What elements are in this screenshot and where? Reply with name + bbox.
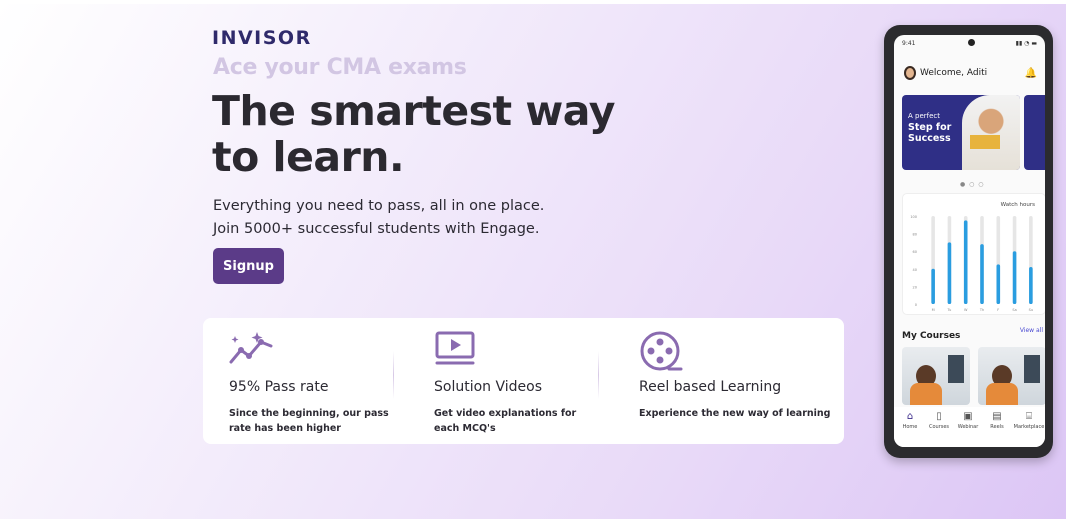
video-play-icon bbox=[434, 330, 480, 368]
my-courses-heading: My Courses bbox=[902, 331, 961, 341]
tab-home[interactable]: ⌂ Home bbox=[896, 411, 924, 430]
banner-line-2: Step for bbox=[908, 122, 952, 133]
signal-battery-icon: ▮▮ ◔ ▬ bbox=[1015, 40, 1037, 47]
chart-svg: 100 80 60 40 20 0 M Tu W Th F Sa Su bbox=[910, 215, 1033, 312]
tab-label: Webinar bbox=[957, 424, 979, 430]
tab-label: Home bbox=[902, 424, 918, 430]
promo-banner[interactable]: A perfect Step for Success bbox=[902, 95, 1020, 170]
home-icon: ⌂ bbox=[906, 411, 914, 422]
tab-label: Marketplace bbox=[1013, 424, 1045, 430]
subtext-line-1: Everything you need to pass, all in one … bbox=[213, 198, 545, 214]
course-card[interactable] bbox=[902, 347, 970, 405]
watch-hours-chart: Watch hours 100 80 60 40 20 0 M Tu W Th F Sa Su bbox=[902, 193, 1045, 315]
bell-icon[interactable]: 🔔 bbox=[1025, 68, 1037, 79]
x-tick-label: F bbox=[997, 308, 999, 312]
avatar bbox=[904, 66, 916, 80]
chart-bar bbox=[1012, 251, 1017, 304]
feature-desc-line-2: rate has been higher bbox=[229, 423, 341, 434]
hero-tagline: Ace your CMA exams bbox=[213, 55, 467, 80]
promo-banner-next[interactable] bbox=[1024, 95, 1045, 170]
hero-subtext: Everything you need to pass, all in one … bbox=[213, 195, 544, 241]
camera-dot bbox=[968, 39, 975, 46]
chart-bar bbox=[1029, 267, 1033, 304]
banner-line-3: Success bbox=[908, 133, 951, 144]
phone-screen: 9:41 ▮▮ ◔ ▬ Welcome, Aditi 🔔 A perfect S… bbox=[894, 35, 1045, 447]
feature-desc: Since the beginning, our pass rate has b… bbox=[229, 406, 389, 436]
welcome-text: Welcome, Aditi bbox=[920, 68, 988, 78]
tab-webinar[interactable]: ▣ Webinar bbox=[954, 411, 982, 430]
signup-button[interactable]: Signup bbox=[213, 248, 284, 284]
course-card[interactable] bbox=[978, 347, 1045, 405]
y-tick-label: 100 bbox=[910, 215, 917, 219]
chart-bar bbox=[996, 264, 1001, 304]
subtext-line-2: Join 5000+ successful students with Enga… bbox=[213, 221, 540, 237]
feature-title: Solution Videos bbox=[434, 379, 543, 395]
tab-label: Courses bbox=[928, 424, 950, 430]
hero-headline: The smartest way to learn. bbox=[212, 88, 632, 180]
x-tick-label: Tu bbox=[947, 308, 952, 312]
headline-line-1: The smartest way bbox=[212, 87, 615, 135]
tab-courses[interactable]: ▯ Courses bbox=[925, 411, 953, 430]
features-card: 95% Pass rate Since the beginning, our p… bbox=[203, 318, 844, 444]
feature-desc-line-2: each MCQ's bbox=[434, 423, 496, 434]
feature-title: 95% Pass rate bbox=[229, 379, 329, 395]
headline-line-2: to learn. bbox=[212, 133, 405, 181]
x-tick-label: Su bbox=[1029, 308, 1033, 312]
carousel-dots[interactable]: ● ○ ○ bbox=[960, 181, 985, 188]
status-time: 9:41 bbox=[902, 40, 916, 47]
phone-mockup: 9:41 ▮▮ ◔ ▬ Welcome, Aditi 🔔 A perfect S… bbox=[884, 25, 1053, 458]
feature-divider bbox=[598, 351, 599, 399]
tab-label: Reels bbox=[990, 424, 1004, 430]
y-tick-label: 0 bbox=[915, 303, 917, 307]
chart-bar bbox=[947, 242, 952, 304]
trending-up-sparkle-icon bbox=[229, 330, 275, 368]
x-tick-label: M bbox=[932, 308, 935, 312]
feature-desc-line-1: Since the beginning, our pass bbox=[229, 408, 389, 419]
chart-bar bbox=[931, 268, 935, 304]
feature-title: Reel based Learning bbox=[639, 379, 782, 395]
y-tick-label: 40 bbox=[913, 268, 917, 272]
brand-logo[interactable]: INVISOR bbox=[212, 27, 312, 49]
chart-bar bbox=[963, 220, 968, 304]
y-tick-label: 80 bbox=[913, 233, 917, 237]
tab-reels[interactable]: ▤ Reels bbox=[983, 411, 1011, 430]
webinar-icon: ▣ bbox=[963, 411, 973, 422]
bottom-tab-bar: ⌂ Home ▯ Courses ▣ Webinar ▤ Reels ⌸ Marketpl… bbox=[894, 407, 1045, 447]
store-icon: ⌸ bbox=[1026, 411, 1032, 422]
view-all-link[interactable]: View all bbox=[1020, 327, 1043, 334]
chart-bar bbox=[980, 244, 984, 304]
banner-photo bbox=[962, 95, 1020, 170]
top-strip bbox=[0, 0, 1066, 4]
reels-icon: ▤ bbox=[992, 411, 1002, 422]
tab-marketplace[interactable]: ⌸ Marketplace bbox=[1013, 411, 1045, 430]
x-tick-label: W bbox=[964, 308, 968, 312]
feature-desc-line-1: Experience the new way of learning bbox=[639, 408, 831, 419]
x-tick-label: Th bbox=[979, 308, 984, 312]
feature-desc-line-1: Get video explanations for bbox=[434, 408, 577, 419]
banner-text: A perfect Step for Success bbox=[908, 111, 951, 144]
film-reel-icon bbox=[639, 330, 685, 371]
feature-desc: Get video explanations for each MCQ's bbox=[434, 406, 576, 436]
x-tick-label: Sa bbox=[1012, 308, 1016, 312]
feature-desc: Experience the new way of learning bbox=[639, 406, 830, 421]
y-tick-label: 60 bbox=[913, 250, 917, 254]
banner-line-1: A perfect bbox=[908, 112, 941, 120]
book-icon: ▯ bbox=[936, 411, 942, 422]
feature-divider bbox=[393, 351, 394, 399]
y-tick-label: 20 bbox=[913, 285, 917, 289]
